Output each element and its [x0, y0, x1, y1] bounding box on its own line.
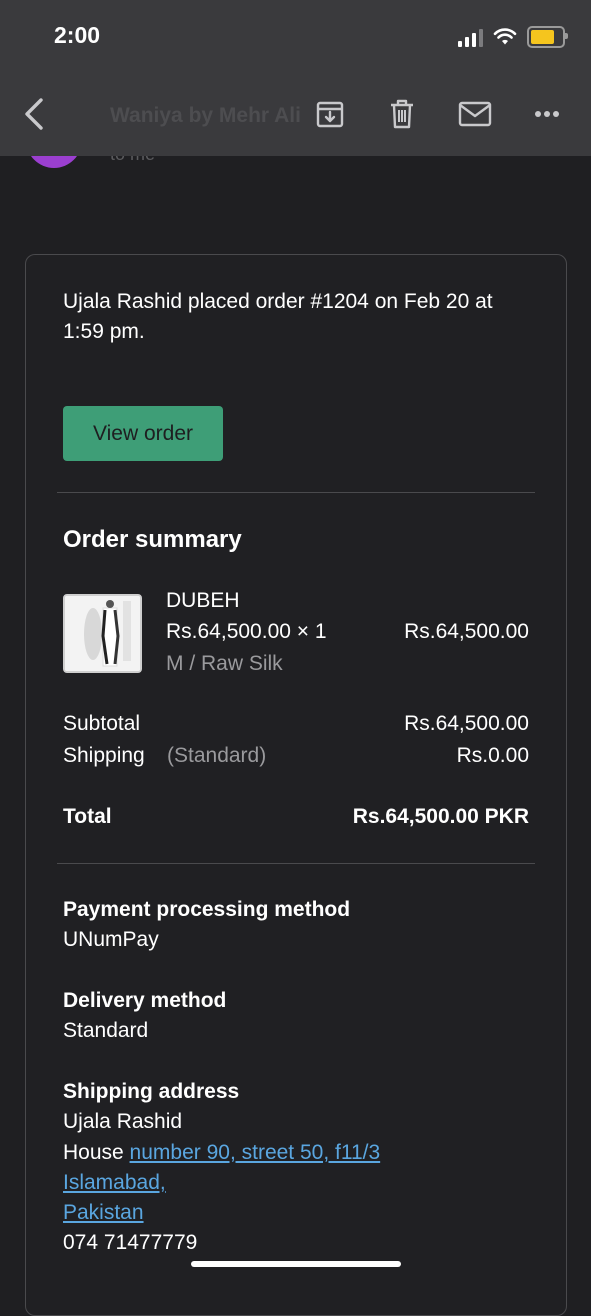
address-name: Ujala Rashid	[63, 1110, 183, 1133]
subtotal-label: Subtotal	[63, 712, 141, 735]
status-icons	[458, 26, 568, 48]
delivery-method-value: Standard	[63, 1019, 149, 1042]
item-line-total: Rs.64,500.00	[404, 620, 529, 643]
back-icon	[25, 98, 43, 130]
shipping-label: Shipping	[63, 744, 145, 767]
item-name: DUBEH	[166, 589, 240, 612]
total-label: Total	[63, 805, 112, 828]
order-card: Ujala Rashid placed order #1204 on Feb 2…	[25, 254, 567, 1316]
product-thumbnail	[63, 594, 142, 673]
wifi-icon	[493, 28, 517, 45]
address-phone: 074 71477779	[63, 1231, 198, 1254]
cellular-signal-icon	[458, 27, 483, 47]
trash-icon	[391, 99, 413, 129]
home-indicator[interactable]	[191, 1261, 401, 1267]
battery-icon	[527, 26, 568, 48]
back-button[interactable]	[14, 94, 54, 134]
payment-method-title: Payment processing method	[63, 898, 351, 921]
mail-icon	[458, 101, 492, 127]
archive-button[interactable]	[310, 94, 350, 134]
total-value: Rs.64,500.00 PKR	[352, 805, 529, 828]
address-city-link[interactable]: Islamabad,	[63, 1171, 166, 1195]
delivery-method-title: Delivery method	[63, 989, 227, 1012]
payment-method-value: UNumPay	[63, 928, 159, 951]
address-prefix: House	[63, 1141, 124, 1164]
archive-icon	[316, 101, 344, 128]
item-variant: M / Raw Silk	[166, 652, 283, 675]
item-price-quantity: Rs.64,500.00 × 1	[166, 620, 327, 643]
more-button[interactable]	[527, 94, 567, 134]
order-summary-title: Order summary	[63, 526, 242, 553]
order-intro-text: Ujala Rashid placed order #1204 on Feb 2…	[63, 290, 493, 343]
address-country-link[interactable]: Pakistan	[63, 1201, 144, 1225]
subtotal-value: Rs.64,500.00	[404, 712, 529, 735]
status-time: 2:00	[54, 22, 101, 48]
more-icon	[535, 111, 559, 117]
divider	[57, 492, 535, 493]
shipping-value: Rs.0.00	[456, 744, 529, 767]
address-street-link[interactable]: number 90, street 50, f11/3	[130, 1141, 381, 1164]
mark-unread-button[interactable]	[455, 94, 495, 134]
delete-button[interactable]	[382, 94, 422, 134]
address-line-1: House number 90, street 50, f11/3	[63, 1141, 380, 1165]
divider	[57, 863, 535, 864]
shipping-address-title: Shipping address	[63, 1080, 240, 1103]
shipping-type: (Standard)	[167, 744, 267, 767]
view-order-button[interactable]: View order	[63, 406, 223, 461]
top-bar: 2:00 Waniya by Mehr Ali	[0, 0, 591, 156]
product-image	[65, 596, 140, 671]
